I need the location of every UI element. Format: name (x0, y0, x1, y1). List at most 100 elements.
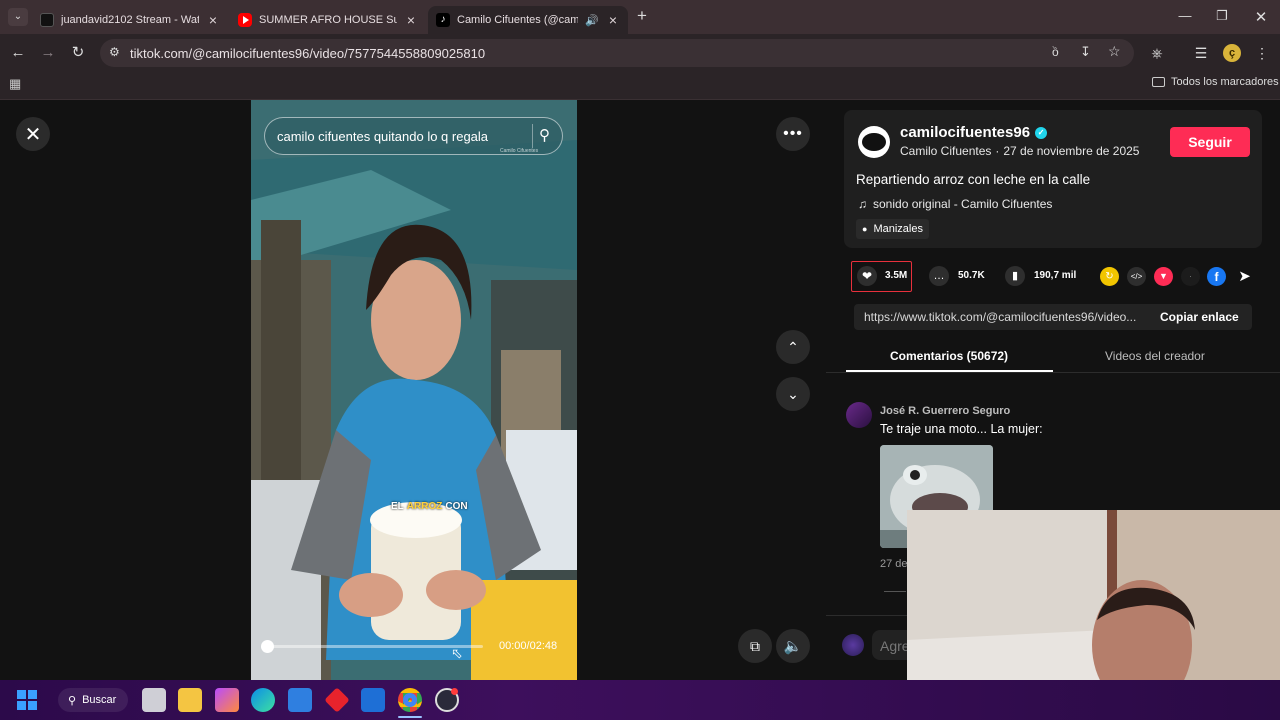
embed-icon[interactable]: </> (1127, 267, 1146, 286)
install-icon[interactable]: ↧ (1080, 44, 1091, 60)
search-icon: ⚲ (68, 694, 77, 707)
windows-start-icon[interactable] (17, 690, 37, 710)
close-tab-icon[interactable]: × (206, 12, 220, 28)
next-video-icon[interactable]: ⌄ (776, 377, 810, 411)
apps-grid-icon[interactable]: ▦ (9, 77, 23, 91)
commenter-avatar[interactable] (846, 402, 872, 428)
music-note-icon: ♫ (858, 197, 867, 211)
creator-avatar[interactable] (858, 126, 890, 158)
more-options-icon[interactable]: ••• (776, 117, 810, 151)
creator-username-row[interactable]: camilocifuentes96 ✓ (900, 124, 1048, 141)
minimize-icon[interactable]: — (1175, 8, 1195, 23)
tab-label: SUMMER AFRO HOUSE Sunset (259, 14, 397, 26)
save-count: 190,7 mil (1034, 270, 1077, 281)
copy-link-button[interactable]: Copiar enlace (1160, 310, 1239, 324)
tab-tiktok[interactable]: ♪ Camilo Cifuentes (@camilo 🔊 × (428, 6, 628, 34)
sound-label: sonido original - Camilo Cifuentes (873, 197, 1053, 211)
video-frame-image (251, 100, 577, 680)
tab-comments[interactable]: Comentarios (50672) (890, 349, 1008, 363)
location-pin-icon: ● (862, 224, 868, 234)
reload-icon[interactable]: ↻ (69, 44, 87, 62)
translate-icon[interactable]: ồ (1052, 45, 1059, 59)
tab-youtube[interactable]: SUMMER AFRO HOUSE Sunset × (230, 6, 426, 34)
mail-icon[interactable] (361, 688, 385, 712)
taskbar-search[interactable]: ⚲ Buscar (58, 688, 128, 712)
facebook-icon[interactable]: f (1207, 267, 1226, 286)
pip-icon[interactable]: ⧉ (738, 629, 772, 663)
post-date: 27 de noviembre de 2025 (1003, 144, 1140, 158)
my-avatar[interactable] (842, 634, 864, 656)
comment-text: Te traje una moto... La mujer: (880, 422, 1043, 436)
stream-favicon-icon (40, 13, 54, 27)
restore-icon[interactable]: ❐ (1212, 8, 1232, 24)
bookmark-icon[interactable]: ▮ (1005, 266, 1025, 286)
new-tab-icon[interactable]: + (634, 7, 650, 24)
like-count: 3.5M (885, 270, 908, 281)
tab-creator-videos[interactable]: Videos del creador (1105, 349, 1205, 363)
caption-word: EL (391, 501, 404, 512)
volume-icon[interactable]: 🔈 (776, 629, 810, 663)
tab-label: juandavid2102 Stream - Watch (61, 14, 199, 26)
location-tag[interactable]: ● Manizales (856, 219, 929, 239)
menu-kebab-icon[interactable]: ⋮ (1253, 44, 1271, 62)
close-tab-icon[interactable]: × (606, 12, 620, 28)
search-icon[interactable]: ⚲ (532, 124, 556, 148)
follow-button[interactable]: Seguir (1170, 127, 1250, 157)
video-caption-overlay: EL ARROZ CON (391, 501, 468, 512)
video-search-text: camilo cifuentes quitando lo q regala (277, 128, 489, 144)
progress-track[interactable] (263, 645, 483, 648)
video-watermark: Camilo Cifuentes (500, 148, 539, 154)
caption-word: CON (445, 501, 468, 512)
chrome-icon[interactable] (398, 688, 422, 712)
caption-word-highlight: ARROZ (406, 501, 443, 512)
creator-display-name: Camilo Cifuentes (900, 144, 992, 158)
share-icon[interactable]: ➤ (1235, 267, 1254, 286)
tab-search-icon[interactable]: ⌄ (8, 8, 28, 26)
close-window-icon[interactable]: ✕ (1251, 8, 1271, 26)
browser-tab-bar: ⌄ juandavid2102 Stream - Watch × SUMMER … (0, 0, 1280, 34)
bookmarks-bar (0, 72, 1280, 100)
send-icon[interactable]: ▼ (1154, 267, 1173, 286)
comment-icon[interactable]: … (929, 266, 949, 286)
close-video-icon[interactable]: ✕ (16, 117, 50, 151)
verified-badge-icon: ✓ (1035, 126, 1048, 139)
creator-logo-icon (862, 133, 886, 151)
post-description: Repartiendo arroz con leche en la calle (856, 172, 1091, 187)
forward-icon[interactable]: → (39, 44, 57, 62)
url-text: tiktok.com/@camilocifuentes96/video/7577… (130, 45, 486, 61)
file-explorer-icon[interactable] (178, 688, 202, 712)
twitter-icon[interactable]: · (1181, 267, 1200, 286)
repost-icon[interactable]: ↻ (1100, 267, 1119, 286)
post-sound[interactable]: ♫ sonido original - Camilo Cifuentes (858, 197, 1052, 211)
post-link[interactable]: https://www.tiktok.com/@camilocifuentes9… (864, 310, 1146, 324)
comment-date: 27 de (880, 558, 908, 570)
audio-playing-icon[interactable]: 🔊 (585, 14, 599, 27)
comment-author[interactable]: José R. Guerrero Seguro (880, 405, 1010, 417)
video-time: 00:00/02:48 (499, 640, 558, 652)
site-info-icon[interactable]: ⚙ (109, 45, 120, 59)
tab-label: Camilo Cifuentes (@camilo (457, 14, 579, 26)
creator-username: camilocifuentes96 (900, 124, 1031, 141)
bookmark-star-icon[interactable]: ☆ (1108, 43, 1121, 60)
heart-icon[interactable]: ❤ (857, 266, 877, 286)
tab-stream[interactable]: juandavid2102 Stream - Watch × (32, 6, 228, 34)
folder-icon (1152, 77, 1165, 87)
edge-icon[interactable] (251, 688, 275, 712)
back-icon[interactable]: ← (9, 44, 27, 62)
recording-dot-icon (451, 688, 458, 695)
extensions-icon[interactable]: ⎈ (1148, 44, 1166, 62)
all-bookmarks[interactable]: Todos los marcadores (1152, 76, 1279, 88)
location-label: Manizales (873, 223, 923, 235)
address-bar[interactable]: ⚙ tiktok.com/@camilocifuentes96/video/75… (100, 39, 1134, 67)
store-icon[interactable] (288, 688, 312, 712)
profile-avatar[interactable]: ç (1223, 44, 1241, 62)
task-view-icon[interactable] (142, 688, 166, 712)
active-app-indicator (398, 716, 422, 718)
copilot-icon[interactable] (215, 688, 239, 712)
close-tab-icon[interactable]: × (404, 12, 418, 28)
comment-count: 50.7K (958, 270, 985, 281)
media-controls-icon[interactable]: ☰ (1192, 44, 1210, 62)
previous-video-icon[interactable]: ⌃ (776, 330, 810, 364)
video-player[interactable]: camilo cifuentes quitando lo q regala ⚲ … (251, 100, 577, 680)
cursor-icon: ⬁ (451, 645, 463, 661)
